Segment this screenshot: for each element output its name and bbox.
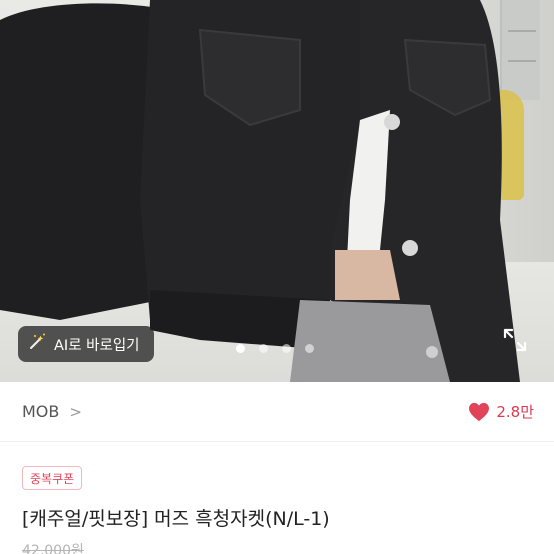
- original-price: 42,000원: [22, 543, 84, 554]
- seller-row: MOB > 2.8만: [0, 382, 554, 442]
- magic-wand-icon: [28, 333, 46, 355]
- jacket-illustration: [0, 0, 520, 382]
- seller-link[interactable]: MOB >: [22, 402, 82, 421]
- coupon-badge: 중복쿠폰: [22, 466, 83, 490]
- seller-name: MOB: [22, 402, 60, 421]
- ai-try-on-button[interactable]: AI로 바로입기: [18, 326, 154, 362]
- heart-icon: [469, 402, 490, 421]
- like-count: 2.8만: [496, 403, 534, 421]
- carousel-dot[interactable]: [259, 344, 268, 353]
- carousel-indicator: [236, 344, 314, 353]
- product-title: [캐주얼/핏보장] 머즈 흑청자켓(N/L-1): [22, 508, 330, 530]
- carousel-dot[interactable]: [305, 344, 314, 353]
- chevron-right-icon: >: [69, 402, 82, 421]
- like-button[interactable]: 2.8만: [468, 401, 534, 422]
- carousel-dot[interactable]: [282, 344, 291, 353]
- fullscreen-expand-icon[interactable]: [503, 328, 527, 352]
- product-image[interactable]: AI로 바로입기: [0, 0, 554, 382]
- ai-try-on-label: AI로 바로입기: [54, 337, 140, 354]
- carousel-dot[interactable]: [236, 344, 245, 353]
